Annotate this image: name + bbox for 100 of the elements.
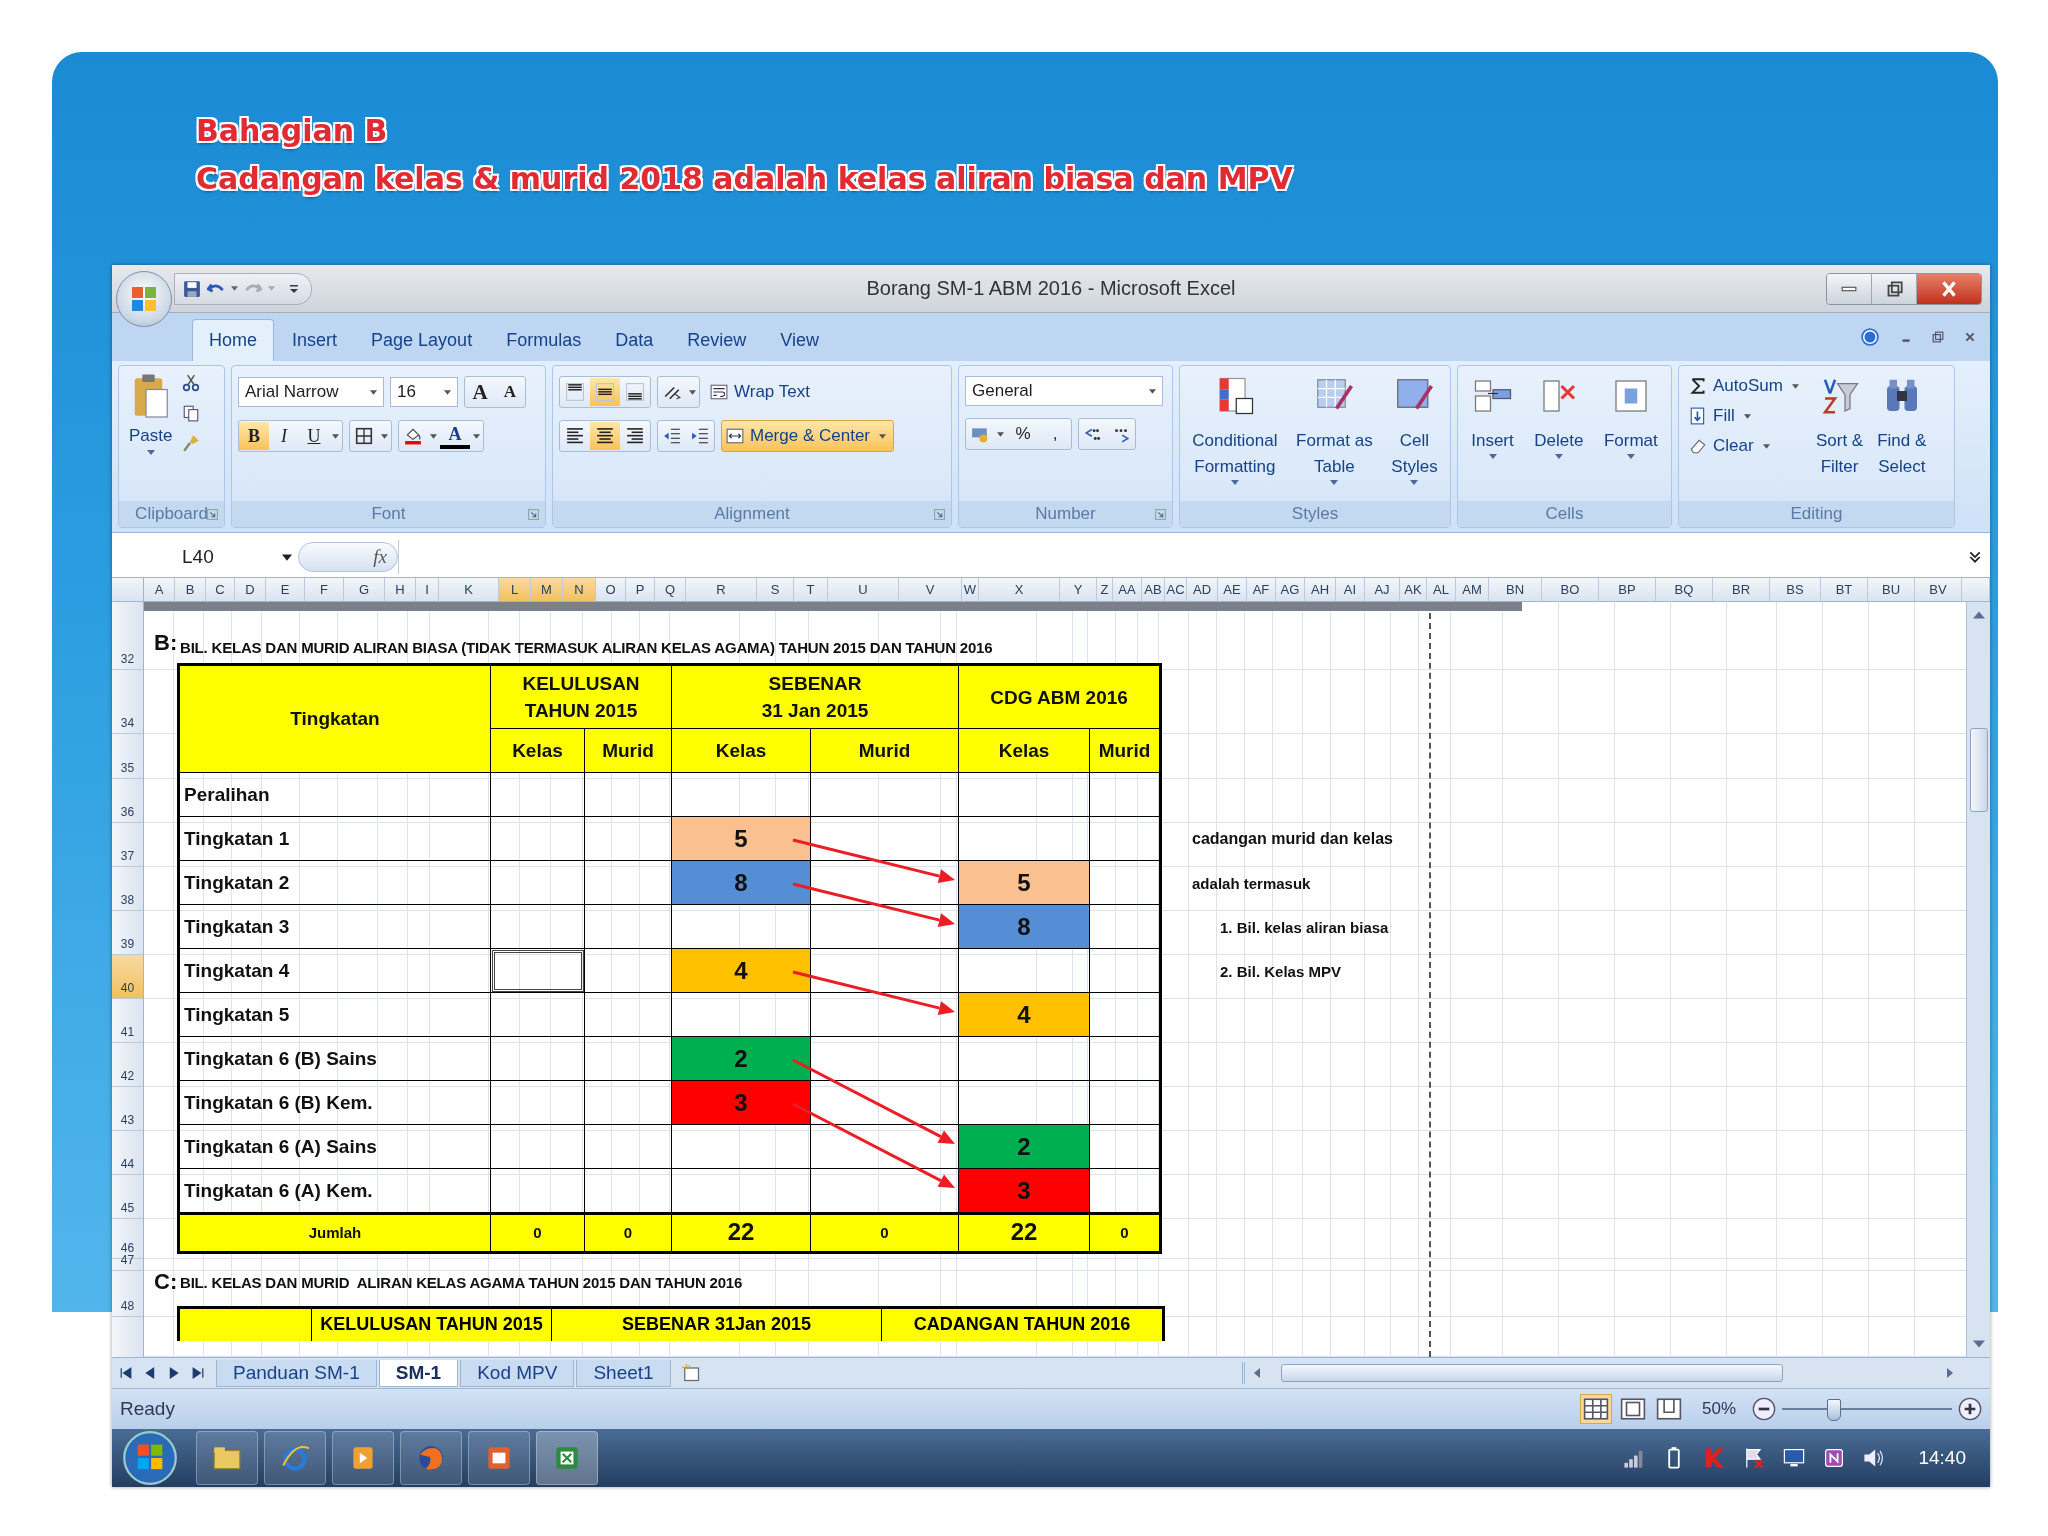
row-header[interactable]: 32 [112, 613, 143, 670]
zoom-out-button[interactable] [1752, 1397, 1776, 1421]
format-painter-icon[interactable] [182, 434, 201, 452]
column-header[interactable]: AI [1336, 578, 1365, 601]
column-header[interactable]: N [563, 578, 596, 601]
column-header[interactable]: AL [1427, 578, 1456, 601]
number-format-field[interactable]: General [965, 376, 1163, 406]
table-cell[interactable] [490, 816, 585, 861]
table-cell[interactable] [490, 1036, 585, 1081]
scroll-thumb[interactable] [1969, 728, 1988, 812]
column-header[interactable]: V [899, 578, 962, 601]
row-header[interactable]: 40 [112, 955, 143, 999]
table-button[interactable]: Format as Table [1292, 372, 1377, 501]
ribbon-tab[interactable]: Insert [276, 320, 354, 361]
restore-button[interactable] [1872, 273, 1917, 304]
table-cell[interactable] [490, 1080, 585, 1125]
row-header[interactable]: 42 [112, 1043, 143, 1087]
normal-view-icon[interactable] [1579, 1394, 1612, 1424]
save-icon[interactable] [183, 279, 201, 298]
column-header[interactable]: AA [1113, 578, 1142, 601]
sheet-tab[interactable]: Kod MPV [460, 1359, 575, 1387]
dialog-launcher-icon[interactable] [934, 508, 945, 520]
row-header[interactable]: 37 [112, 823, 143, 867]
paste-button[interactable]: Paste [125, 372, 177, 501]
column-header[interactable]: F [305, 578, 344, 601]
minimize-button[interactable] [1827, 273, 1872, 304]
row-header[interactable]: 48 [112, 1271, 143, 1317]
column-header[interactable]: D [235, 578, 266, 601]
vertical-scrollbar[interactable] [1966, 602, 1990, 1357]
taskbar-button[interactable] [400, 1431, 462, 1485]
caret-icon[interactable] [686, 389, 699, 395]
conditional-button[interactable]: Conditional Formatting [1188, 372, 1282, 501]
column-header[interactable]: BV [1915, 578, 1962, 601]
ribbon-tab[interactable]: Formulas [490, 320, 598, 361]
column-header[interactable]: W [962, 578, 979, 601]
column-header[interactable]: AM [1456, 578, 1489, 601]
dialog-launcher-icon[interactable] [1155, 508, 1166, 520]
column-header[interactable]: X [979, 578, 1060, 601]
caret-icon[interactable] [427, 433, 440, 439]
ribbon-tab[interactable]: Review [671, 320, 763, 361]
zoom-slider[interactable] [1782, 1397, 1952, 1421]
sheet-nav-icon[interactable] [168, 1367, 180, 1379]
column-header[interactable]: H [385, 578, 416, 601]
help-icon[interactable] [1860, 327, 1880, 347]
column-header[interactable]: S [757, 578, 794, 601]
column-header[interactable]: O [596, 578, 626, 601]
clear-button[interactable]: Clear [1685, 434, 1806, 458]
column-header[interactable]: AG [1276, 578, 1305, 601]
sort-button[interactable]: Sort & Filter [1811, 372, 1868, 501]
insert-sheet-icon[interactable] [680, 1363, 701, 1383]
font-name-field[interactable]: Arial Narrow [238, 377, 384, 407]
column-header[interactable]: R [686, 578, 757, 601]
column-header[interactable]: BT [1821, 578, 1868, 601]
delete-button[interactable]: Delete [1530, 372, 1588, 501]
merge-center-button[interactable]: Merge & Center [721, 420, 894, 452]
column-header[interactable]: E [266, 578, 305, 601]
dialog-launcher-icon[interactable] [207, 508, 218, 520]
ribbon-tab[interactable]: Data [599, 320, 670, 361]
caret-icon[interactable] [378, 433, 391, 439]
taskbar-button[interactable] [196, 1431, 258, 1485]
row-header[interactable]: 44 [112, 1131, 143, 1175]
table-cell[interactable] [490, 904, 585, 949]
column-header[interactable]: T [794, 578, 828, 601]
function-button[interactable]: fx [298, 542, 398, 572]
scroll-thumb[interactable] [1281, 1364, 1783, 1382]
format-button[interactable]: U [299, 422, 329, 450]
column-header[interactable]: Z [1097, 578, 1113, 601]
column-header[interactable]: BU [1868, 578, 1915, 601]
zoom-slider-thumb[interactable] [1827, 1399, 1841, 1421]
column-header[interactable]: L [499, 578, 531, 601]
ribbon-tab[interactable]: Page Layout [355, 320, 489, 361]
column-header[interactable]: AD [1187, 578, 1218, 601]
column-header[interactable]: BO [1542, 578, 1599, 601]
caret-icon[interactable] [994, 431, 1007, 437]
sheet-tab[interactable]: SM-1 [378, 1359, 459, 1387]
column-header[interactable]: AK [1400, 578, 1427, 601]
column-header[interactable]: AE [1218, 578, 1247, 601]
shrink-font-button[interactable]: A [495, 378, 525, 406]
caret-icon[interactable] [329, 433, 342, 439]
caret-icon[interactable] [470, 433, 483, 439]
expand-icon[interactable] [1968, 550, 1982, 564]
table-cell[interactable] [490, 1168, 585, 1213]
column-header[interactable]: U [828, 578, 899, 601]
sheet-nav-icon[interactable] [120, 1367, 132, 1379]
table-cell[interactable] [490, 772, 585, 817]
insert-button[interactable]: Insert [1467, 372, 1518, 501]
zoom-level[interactable]: 50% [1701, 1399, 1736, 1419]
cell-button[interactable]: Cell Styles [1387, 372, 1442, 501]
percent-button[interactable]: % [1007, 420, 1039, 448]
column-header[interactable]: C [206, 578, 235, 601]
arrow-down-icon[interactable] [1972, 1339, 1985, 1349]
restore-icon[interactable] [1932, 331, 1944, 343]
column-header[interactable]: BR [1713, 578, 1770, 601]
table-cell[interactable] [490, 948, 585, 993]
cut-icon[interactable] [182, 374, 201, 392]
row-header[interactable]: 43 [112, 1087, 143, 1131]
zoom-in-button[interactable] [1958, 1397, 1982, 1421]
row-header[interactable]: 38 [112, 867, 143, 911]
row-header[interactable]: 41 [112, 999, 143, 1043]
column-header[interactable]: BP [1599, 578, 1656, 601]
